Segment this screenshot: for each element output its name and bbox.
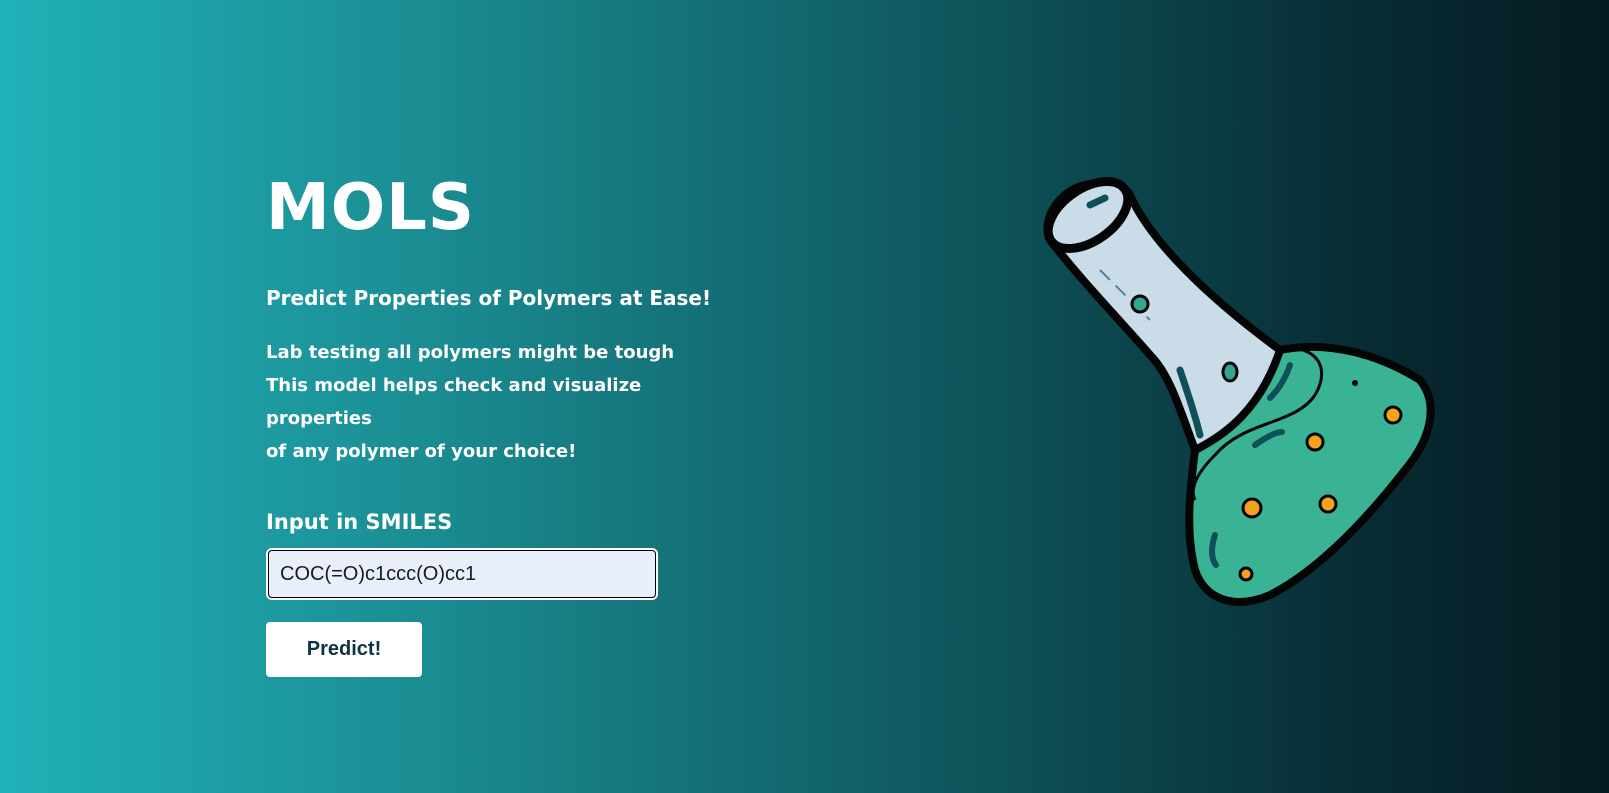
app-title: MOLS	[266, 171, 475, 245]
smiles-input-label: Input in SMILES	[266, 510, 453, 534]
tagline: Predict Properties of Polymers at Ease!	[266, 286, 712, 310]
hero-section: MOLS Predict Properties of Polymers at E…	[266, 170, 726, 677]
smiles-input[interactable]	[266, 548, 658, 600]
description: Lab testing all polymers might be tough …	[266, 336, 726, 468]
description-line: Lab testing all polymers might be tough	[266, 342, 675, 363]
description-line: of any polymer of your choice!	[266, 441, 577, 462]
predict-button[interactable]: Predict!	[266, 622, 422, 677]
flask-icon	[1043, 177, 1435, 606]
description-line: This model helps check and visualize pro…	[266, 375, 642, 429]
